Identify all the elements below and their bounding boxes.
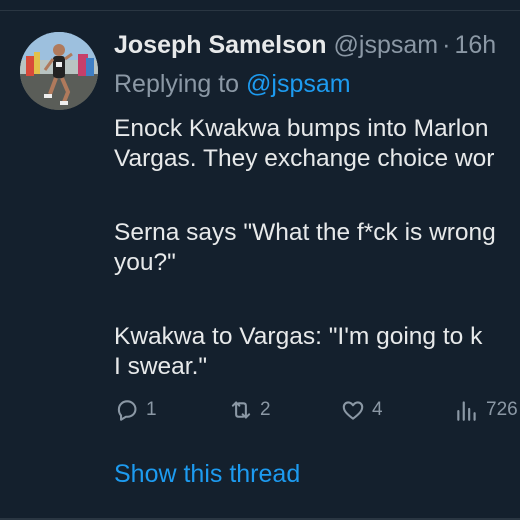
views-button[interactable]: 726 bbox=[454, 397, 518, 423]
replying-to-label: Replying to bbox=[114, 70, 247, 98]
reply-count: 1 bbox=[146, 399, 157, 420]
like-button[interactable]: 4 bbox=[340, 397, 383, 423]
replying-to: Replying to @jspsam bbox=[114, 69, 351, 99]
avatar[interactable] bbox=[20, 32, 98, 110]
tweet-text-line: Vargas. They exchange choice wor bbox=[114, 145, 495, 172]
runner-photo bbox=[20, 32, 98, 110]
retweet-button[interactable]: 2 bbox=[228, 397, 271, 423]
tweet-text-line: I swear." bbox=[114, 353, 208, 380]
reply-button[interactable]: 1 bbox=[114, 397, 157, 423]
separator-dot: · bbox=[442, 31, 451, 59]
tweet-header: Joseph Samelson @jspsam · 16h bbox=[114, 30, 496, 60]
tweet-text: Enock Kwakwa bumps into Marlon Vargas. T… bbox=[114, 114, 520, 382]
tweet-text-line: you?" bbox=[114, 249, 176, 276]
tweet-text-line: Enock Kwakwa bumps into Marlon bbox=[114, 115, 489, 142]
like-count: 4 bbox=[372, 399, 383, 420]
tweet[interactable]: Joseph Samelson @jspsam · 16h Replying to … bbox=[0, 0, 520, 520]
heart-icon bbox=[342, 401, 364, 420]
tweet-actions: 1 2 4 726 bbox=[0, 397, 520, 427]
views-icon bbox=[457, 401, 476, 421]
replying-to-handle[interactable]: @jspsam bbox=[246, 70, 351, 98]
retweet-count: 2 bbox=[260, 399, 271, 420]
author-name[interactable]: Joseph Samelson bbox=[114, 31, 327, 59]
retweet-icon bbox=[231, 401, 251, 419]
tweet-text-line: Kwakwa to Vargas: "I'm going to k bbox=[114, 323, 483, 350]
view-count: 726 bbox=[486, 399, 518, 420]
author-handle[interactable]: @jspsam bbox=[334, 31, 439, 59]
tweet-text-line: Serna says "What the f*ck is wrong bbox=[114, 219, 496, 246]
timestamp[interactable]: 16h bbox=[454, 31, 496, 59]
reply-icon bbox=[117, 400, 137, 421]
show-thread-link[interactable]: Show this thread bbox=[114, 460, 300, 489]
